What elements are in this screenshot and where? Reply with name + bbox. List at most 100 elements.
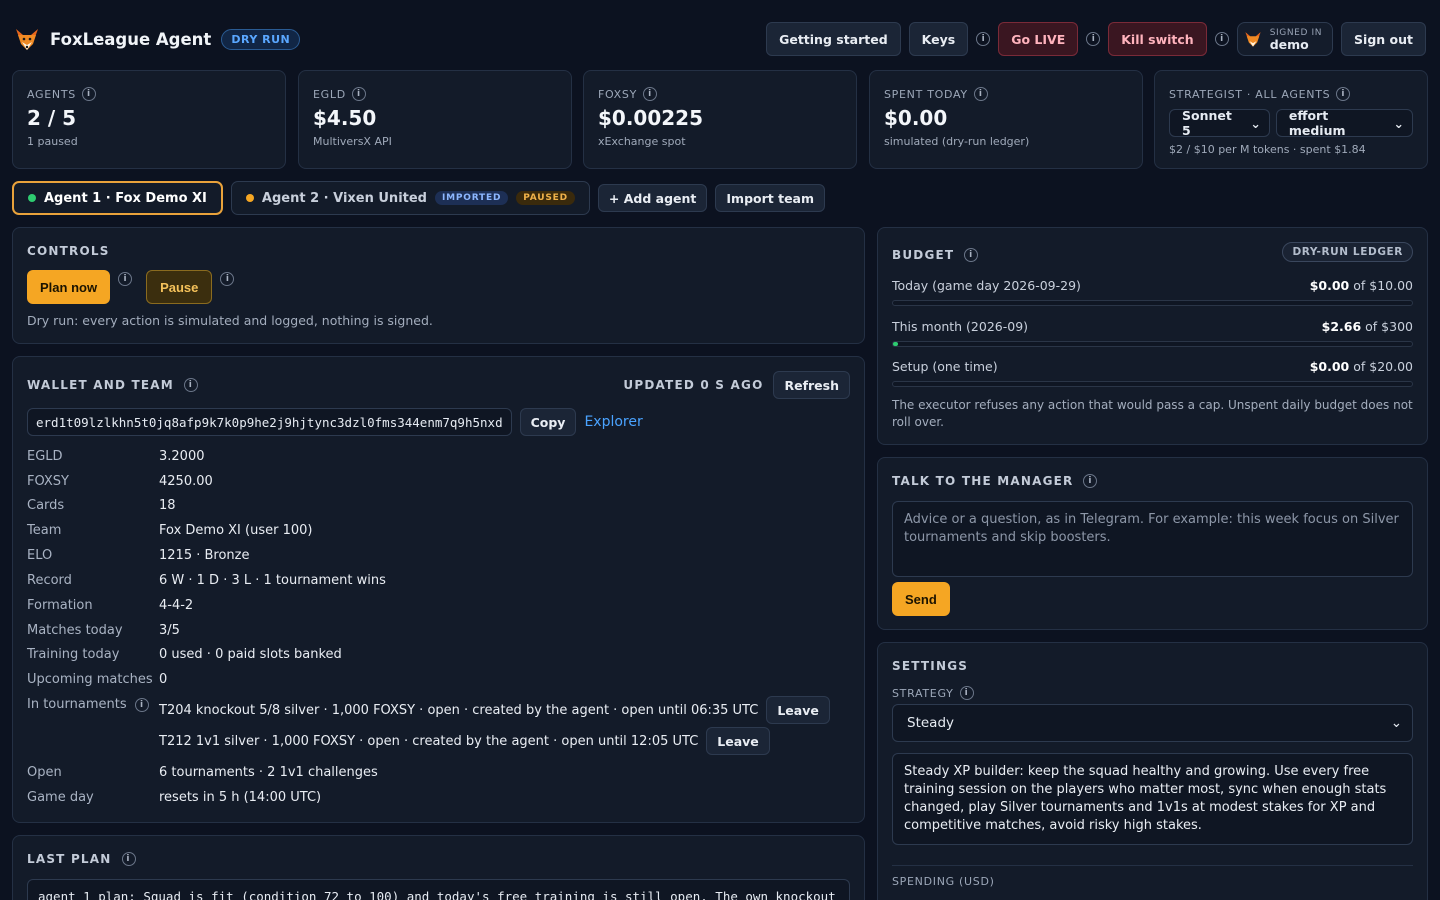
detail-key: Record [27, 573, 72, 588]
budget-note: The executor refuses any action that wou… [892, 398, 1413, 429]
go-live-info-icon[interactable]: i [1086, 32, 1101, 46]
plan-now-button[interactable]: Plan now [27, 270, 111, 304]
budget-setup-label: Setup (one time) [892, 359, 998, 374]
strategist-info-icon[interactable]: i [1336, 87, 1351, 101]
agent-tab-label: Agent 1 · Fox Demo XI [44, 190, 207, 206]
budget-month-cap: of $300 [1365, 319, 1413, 334]
detail-value: 18 [159, 498, 176, 513]
agent-tab-2[interactable]: Agent 2 · Vixen United IMPORTED PAUSED [230, 181, 590, 215]
dry-run-ledger-badge: DRY-RUN LEDGER [1282, 242, 1413, 262]
import-team-button[interactable]: Import team [715, 184, 826, 212]
detail-row-formation: Formation 4-4-2 [27, 598, 847, 618]
agent-1-status-dot [28, 194, 36, 202]
strategy-label: STRATEGY i [892, 686, 974, 700]
budget-setup-bar [892, 381, 1413, 387]
budget-today-label: Today (game day 2026-09-29) [892, 278, 1081, 293]
agents-stat-value: 2 / 5 [27, 106, 77, 130]
detail-key: ELO [27, 548, 53, 563]
settings-title: SETTINGS [892, 659, 969, 673]
copy-address-button[interactable]: Copy [519, 408, 577, 436]
detail-key: Formation [27, 598, 93, 613]
budget-info-icon[interactable]: i [964, 248, 979, 262]
header-actions: Getting started Keys i Go LIVE i Kill sw… [766, 22, 1426, 56]
last-plan-title-text: LAST PLAN [27, 852, 112, 866]
model-select-value: Sonnet 5 [1182, 108, 1232, 138]
detail-row-team: Team Fox Demo XI (user 100) [27, 523, 847, 543]
leave-tournament-button[interactable]: Leave [706, 727, 770, 755]
strategy-select[interactable]: Steady ⌄ [892, 704, 1413, 742]
send-button[interactable]: Send [892, 582, 950, 616]
detail-key: Open [27, 765, 62, 780]
strategy-label-text: STRATEGY [892, 686, 954, 700]
tournament-text: T212 1v1 silver · 1,000 FOXSY · open · c… [159, 733, 699, 749]
paused-badge: PAUSED [516, 191, 575, 205]
kill-switch-button[interactable]: Kill switch [1108, 22, 1207, 56]
detail-row-matches: Matches today 3/5 [27, 623, 847, 643]
detail-key: Team [27, 523, 62, 538]
detail-key: EGLD [27, 449, 63, 464]
egld-stat-sub: MultiversX API [313, 135, 392, 148]
effort-select-value: effort medium [1288, 108, 1346, 138]
effort-select[interactable]: effort medium ⌄ [1275, 108, 1413, 138]
pause-button[interactable]: Pause [146, 270, 213, 304]
budget-setup-amount: $0.00 of $20.00 [1310, 359, 1413, 374]
detail-key: Matches today [27, 623, 123, 638]
model-select[interactable]: Sonnet 5 ⌄ [1169, 108, 1270, 138]
strategy-info-icon[interactable]: i [959, 686, 974, 700]
detail-key: Cards [27, 498, 65, 513]
getting-started-button[interactable]: Getting started [766, 22, 901, 56]
budget-setup-used: $0.00 [1309, 359, 1350, 374]
agents-info-icon[interactable]: i [81, 87, 96, 101]
detail-row-gameday: Game day resets in 5 h (14:00 UTC) [27, 790, 847, 810]
detail-value: resets in 5 h (14:00 UTC) [159, 790, 322, 805]
egld-info-icon[interactable]: i [351, 87, 366, 101]
manager-info-icon[interactable]: i [1083, 474, 1098, 488]
detail-value: 1215 · Bronze [159, 548, 250, 563]
spent-today-value: $0.00 [884, 106, 948, 130]
user-avatar-icon [1245, 32, 1261, 47]
last-plan-info-icon[interactable]: i [121, 852, 136, 866]
go-live-button[interactable]: Go LIVE [998, 22, 1079, 56]
keys-info-icon[interactable]: i [976, 32, 991, 46]
wallet-info-icon[interactable]: i [183, 378, 198, 392]
tournaments-info-icon[interactable]: i [134, 697, 149, 712]
manager-panel: TALK TO THE MANAGER i Advice or a questi… [877, 457, 1428, 630]
pause-info-icon[interactable]: i [220, 272, 235, 286]
refresh-button[interactable]: Refresh [773, 371, 850, 399]
last-plan-panel: LAST PLAN i agent 1 plan: Squad is fit (… [12, 835, 865, 900]
kill-switch-info-icon[interactable]: i [1214, 32, 1229, 46]
strategy-description[interactable]: Steady XP builder: keep the squad health… [892, 753, 1413, 845]
detail-value: 6 W · 1 D · 3 L · 1 tournament wins [159, 573, 386, 588]
dry-run-badge: DRY RUN [221, 28, 301, 50]
budget-today-used: $0.00 [1309, 278, 1350, 293]
budget-title: BUDGET i [892, 248, 979, 262]
agent-tab-1[interactable]: Agent 1 · Fox Demo XI [12, 181, 223, 215]
explorer-link[interactable]: Explorer [584, 414, 642, 430]
spent-info-icon[interactable]: i [973, 87, 988, 101]
detail-row-elo: ELO 1215 · Bronze [27, 548, 847, 568]
foxsy-info-icon[interactable]: i [643, 87, 658, 101]
budget-month-amount: $2.66 of $300 [1322, 319, 1413, 334]
spent-today-sub: simulated (dry-run ledger) [884, 135, 1030, 148]
leave-tournament-button[interactable]: Leave [766, 696, 830, 724]
chevron-down-icon: ⌄ [1250, 115, 1261, 131]
spent-today-label: SPENT TODAY [884, 87, 968, 101]
budget-setup-cap: of $20.00 [1353, 359, 1413, 374]
manager-message-input[interactable]: Advice or a question, as in Telegram. Fo… [892, 501, 1413, 577]
budget-month-label: This month (2026-09) [892, 319, 1029, 334]
fox-logo-icon [16, 29, 38, 50]
add-agent-button[interactable]: + Add agent [597, 184, 708, 212]
tournament-text: T204 knockout 5/8 silver · 1,000 FOXSY ·… [159, 702, 759, 718]
keys-button[interactable]: Keys [908, 22, 969, 56]
detail-row-training: Training today 0 used · 0 paid slots bank… [27, 647, 847, 667]
detail-value: 0 [159, 672, 168, 687]
controls-panel: CONTROLS Plan now i Pause i Dry run: eve… [12, 227, 865, 344]
egld-stat-value: $4.50 [313, 106, 377, 130]
plan-now-info-icon[interactable]: i [118, 272, 133, 286]
settings-divider [892, 865, 1413, 866]
tournament-entry: T212 1v1 silver · 1,000 FOXSY · open · c… [159, 727, 770, 755]
sign-out-button[interactable]: Sign out [1341, 22, 1426, 56]
strategist-stat-card: STRATEGIST · ALL AGENTS i Sonnet 5 ⌄ effor… [1154, 70, 1428, 169]
budget-month-bar [892, 341, 1413, 347]
strategy-select-value: Steady [907, 715, 954, 731]
